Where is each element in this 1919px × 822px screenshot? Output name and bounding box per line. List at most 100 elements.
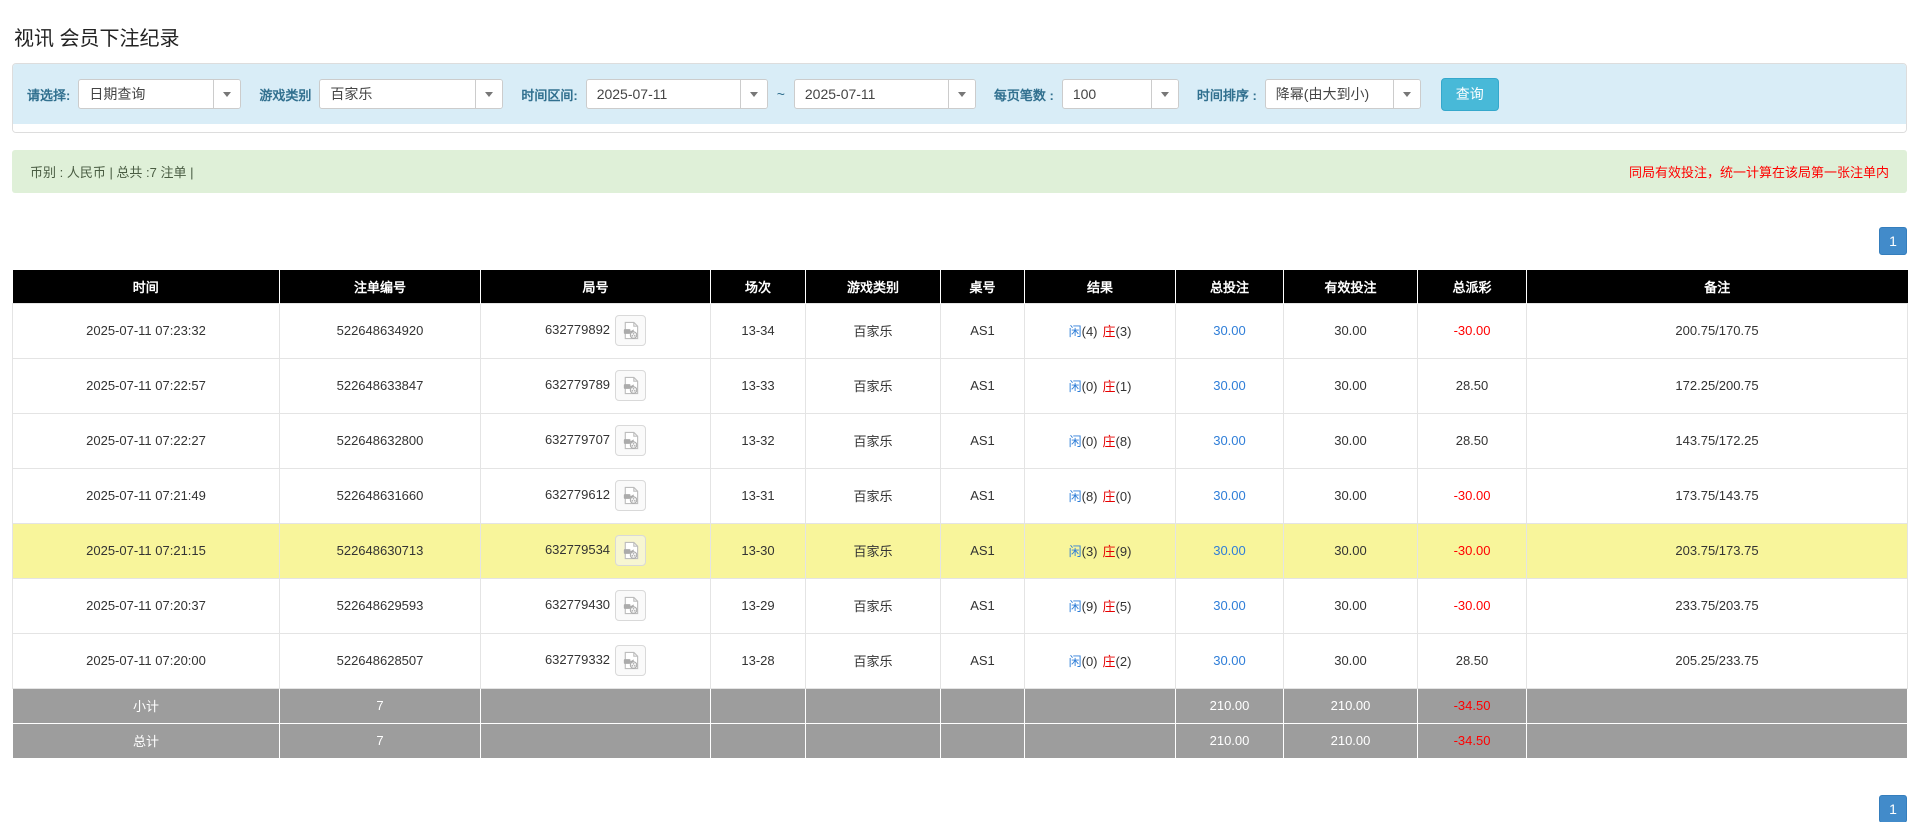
video-file-icon xyxy=(621,651,640,670)
banker-label: 庄 xyxy=(1103,489,1116,504)
cell-payout: -30.00 xyxy=(1418,468,1527,523)
header-game-type: 游戏类别 xyxy=(806,270,941,303)
table-row: 2025-07-11 07:20:00 522648628507 6327793… xyxy=(13,633,1908,688)
cell-bet-id: 522648633847 xyxy=(280,358,481,413)
cell-table-no: AS1 xyxy=(941,523,1025,578)
page-size-value: 100 xyxy=(1063,80,1151,108)
player-count: (0) xyxy=(1082,654,1098,669)
cell-game-type: 百家乐 xyxy=(806,523,941,578)
video-replay-button[interactable] xyxy=(615,370,646,401)
cell-session: 13-29 xyxy=(711,578,806,633)
date-to-select[interactable]: 2025-07-11 xyxy=(794,79,976,109)
cell-time: 2025-07-11 07:21:49 xyxy=(13,468,280,523)
total-bet-link[interactable]: 30.00 xyxy=(1213,433,1246,448)
cell-session: 13-32 xyxy=(711,413,806,468)
header-table-no: 桌号 xyxy=(941,270,1025,303)
total-bet-link[interactable]: 30.00 xyxy=(1213,378,1246,393)
page-1-button[interactable]: 1 xyxy=(1879,795,1907,822)
chevron-down-icon[interactable] xyxy=(1151,80,1178,108)
cell-table-no: AS1 xyxy=(941,468,1025,523)
video-file-icon xyxy=(621,596,640,615)
header-bet-id: 注单编号 xyxy=(280,270,481,303)
banker-label: 庄 xyxy=(1103,379,1116,394)
game-type-label: 游戏类别 xyxy=(259,85,311,104)
date-to-value: 2025-07-11 xyxy=(795,80,948,108)
banker-label: 庄 xyxy=(1103,599,1116,614)
cell-bet-id: 522648631660 xyxy=(280,468,481,523)
table-header-row: 时间 注单编号 局号 场次 游戏类别 桌号 结果 总投注 有效投注 总派彩 备注 xyxy=(13,270,1908,303)
video-file-icon xyxy=(621,486,640,505)
game-type-select[interactable]: 百家乐 xyxy=(319,79,503,109)
cell-session: 13-31 xyxy=(711,468,806,523)
page-title: 视讯 会员下注纪录 xyxy=(12,0,1907,63)
table-row: 2025-07-11 07:22:57 522648633847 6327797… xyxy=(13,358,1908,413)
cell-result: 闲(4)庄(3) xyxy=(1025,303,1176,358)
cell-remark: 203.75/173.75 xyxy=(1527,523,1908,578)
cell-valid-bet: 30.00 xyxy=(1284,633,1418,688)
video-replay-button[interactable] xyxy=(615,590,646,621)
banker-label: 庄 xyxy=(1103,434,1116,449)
total-bet-link[interactable]: 30.00 xyxy=(1213,653,1246,668)
search-button[interactable]: 查询 xyxy=(1441,78,1499,111)
player-label: 闲 xyxy=(1069,489,1082,504)
cell-result: 闲(9)庄(5) xyxy=(1025,578,1176,633)
chevron-down-icon[interactable] xyxy=(475,80,502,108)
time-sort-label: 时间排序 : xyxy=(1197,85,1257,104)
cell-valid-bet: 30.00 xyxy=(1284,413,1418,468)
total-bet-link[interactable]: 30.00 xyxy=(1213,598,1246,613)
time-range-label: 时间区间: xyxy=(521,85,577,104)
cell-game-type: 百家乐 xyxy=(806,358,941,413)
video-replay-button[interactable] xyxy=(615,315,646,346)
banker-label: 庄 xyxy=(1103,544,1116,559)
page-1-button[interactable]: 1 xyxy=(1879,227,1907,255)
cell-valid-bet: 30.00 xyxy=(1284,303,1418,358)
cell-table-no: AS1 xyxy=(941,413,1025,468)
video-replay-button[interactable] xyxy=(615,480,646,511)
total-row: 总计 7 210.00 210.00 -34.50 xyxy=(13,723,1908,758)
cell-total-bet: 30.00 xyxy=(1176,578,1284,633)
video-replay-button[interactable] xyxy=(615,645,646,676)
chevron-down-icon[interactable] xyxy=(948,80,975,108)
chevron-down-icon[interactable] xyxy=(1393,80,1420,108)
total-count: 7 xyxy=(280,723,481,758)
banker-count: (8) xyxy=(1116,434,1132,449)
video-file-icon xyxy=(621,541,640,560)
cell-game-type: 百家乐 xyxy=(806,633,941,688)
player-label: 闲 xyxy=(1069,379,1082,394)
cell-round-id: 632779534 xyxy=(481,523,711,578)
page-size-select[interactable]: 100 xyxy=(1062,79,1179,109)
date-from-select[interactable]: 2025-07-11 xyxy=(586,79,768,109)
player-count: (0) xyxy=(1082,379,1098,394)
total-bet-link[interactable]: 30.00 xyxy=(1213,543,1246,558)
query-type-select[interactable]: 日期查询 xyxy=(78,79,241,109)
banker-count: (0) xyxy=(1116,489,1132,504)
pagination-bottom: 1 xyxy=(12,795,1907,822)
cell-bet-id: 522648634920 xyxy=(280,303,481,358)
table-row: 2025-07-11 07:21:49 522648631660 6327796… xyxy=(13,468,1908,523)
round-id: 632779892 xyxy=(545,322,610,337)
total-bet-link[interactable]: 30.00 xyxy=(1213,488,1246,503)
cell-total-bet: 30.00 xyxy=(1176,523,1284,578)
player-count: (4) xyxy=(1082,324,1098,339)
table-row: 2025-07-11 07:23:32 522648634920 6327798… xyxy=(13,303,1908,358)
round-id: 632779612 xyxy=(545,487,610,502)
summary-bar: 币别 : 人民币 | 总共 :7 注单 | 同局有效投注，统一计算在该局第一张注… xyxy=(12,150,1907,193)
cell-bet-id: 522648629593 xyxy=(280,578,481,633)
cell-round-id: 632779332 xyxy=(481,633,711,688)
player-label: 闲 xyxy=(1069,654,1082,669)
time-sort-select[interactable]: 降幂(由大到小) xyxy=(1265,79,1421,109)
chevron-down-icon[interactable] xyxy=(740,80,767,108)
cell-payout: 28.50 xyxy=(1418,633,1527,688)
video-replay-button[interactable] xyxy=(615,535,646,566)
cell-game-type: 百家乐 xyxy=(806,303,941,358)
subtotal-valid-bet: 210.00 xyxy=(1284,688,1418,723)
total-bet-link[interactable]: 30.00 xyxy=(1213,323,1246,338)
cell-total-bet: 30.00 xyxy=(1176,633,1284,688)
video-replay-button[interactable] xyxy=(615,425,646,456)
cell-game-type: 百家乐 xyxy=(806,578,941,633)
cell-session: 13-33 xyxy=(711,358,806,413)
header-total-bet: 总投注 xyxy=(1176,270,1284,303)
cell-time: 2025-07-11 07:21:15 xyxy=(13,523,280,578)
cell-time: 2025-07-11 07:20:00 xyxy=(13,633,280,688)
chevron-down-icon[interactable] xyxy=(213,80,240,108)
